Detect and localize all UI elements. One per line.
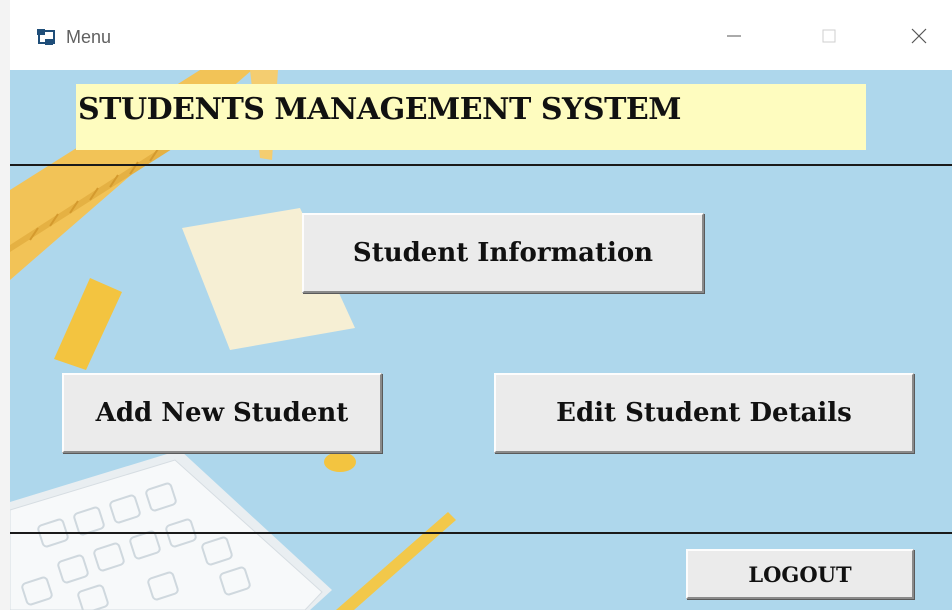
menu-window: Menu STUDENTS MANAGEMENT SYSTEM Student … (0, 0, 952, 610)
menu-client-area: STUDENTS MANAGEMENT SYSTEM Student Infor… (10, 70, 952, 610)
top-divider (10, 164, 952, 166)
page-title: STUDENTS MANAGEMENT SYSTEM (78, 92, 681, 127)
window-border (0, 0, 10, 610)
logout-button[interactable]: LOGOUT (686, 549, 914, 599)
minimize-icon (726, 28, 742, 49)
bottom-divider (10, 532, 952, 534)
title-bar[interactable]: Menu (10, 0, 952, 70)
edit-student-details-button[interactable]: Edit Student Details (494, 373, 914, 453)
close-button[interactable] (897, 18, 941, 58)
window-app-icon (36, 28, 56, 48)
add-new-student-button[interactable]: Add New Student (62, 373, 382, 453)
window-title: Menu (66, 27, 112, 47)
close-icon (910, 27, 928, 50)
maximize-icon (821, 28, 837, 49)
background-image (10, 70, 952, 610)
minimize-button[interactable] (712, 18, 756, 58)
maximize-button (807, 18, 851, 58)
student-information-button[interactable]: Student Information (302, 213, 704, 293)
